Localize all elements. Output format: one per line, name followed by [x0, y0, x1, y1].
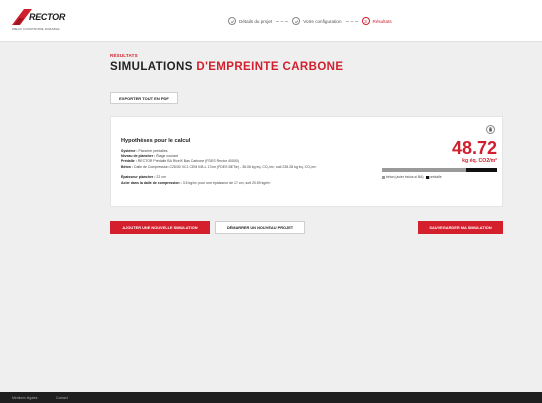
trash-icon [488, 127, 493, 132]
carbon-result-unit: kg éq. CO2/m² [462, 158, 497, 164]
hypothesis-predalle: Prédalle : RECTOR Prédalle BA RicelX Bas… [121, 159, 239, 163]
title-accent: D'EMPREINTE CARBONE [196, 61, 344, 73]
page-title: SIMULATIONS D'EMPREINTE CARBONE [110, 61, 343, 73]
header: RECTOR MIEUX CONSTRUIRE DURABLE Détails … [0, 0, 542, 42]
brand-name: RECTOR [29, 12, 66, 22]
check-icon [292, 17, 301, 25]
delete-simulation-button[interactable] [486, 125, 495, 134]
page-eyebrow: RÉSULTATS [110, 53, 138, 58]
hypothesis-thickness: Épaisseur plancher : 22 cm [121, 175, 166, 179]
save-simulation-button[interactable]: SAUVEGARDER MA SIMULATION [418, 221, 503, 234]
new-project-button[interactable]: DÉMARRER UN NOUVEAU PROJET [215, 221, 305, 234]
step-divider [345, 20, 358, 22]
legend-swatch-predalle [425, 175, 429, 179]
footer-link-legal[interactable]: Mentions légales [12, 396, 37, 400]
footer: Mentions légales Contact [0, 392, 542, 403]
brand-tagline: MIEUX CONSTRUIRE DURABLE [12, 27, 60, 31]
hypothesis-steel: Acier dans la dalle de compression : 3.5… [121, 181, 271, 185]
simulation-card: Hypothèses pour le calcul Système : Plan… [110, 116, 503, 207]
check-icon [228, 17, 236, 25]
step-project-details[interactable]: Détails du projet [228, 17, 272, 25]
hypothesis-beton: Béton : Dalle de Compression C25/30 XC1 … [121, 165, 317, 169]
hypothesis-system: Système : Plancher prédalles [121, 149, 168, 153]
add-simulation-button[interactable]: AJOUTER UNE NOUVELLE SIMULATION [110, 221, 210, 234]
step-results: 3 Résultats [361, 17, 392, 25]
legend-label-predalle: prédalle [429, 175, 442, 179]
step-label: Résultats [372, 18, 392, 24]
breakdown-bar-beton [382, 168, 466, 172]
step-label: Détails du projet [239, 18, 273, 24]
breakdown-legend: béton (acier inclus si BA) prédalle [382, 175, 442, 179]
step-divider [276, 20, 289, 22]
title-main: SIMULATIONS [110, 61, 193, 73]
hypotheses-title: Hypothèses pour le calcul [121, 138, 191, 144]
hypothesis-floor-level: Niveau de plancher : Étage courant [121, 154, 179, 158]
breakdown-bar [382, 168, 497, 172]
progress-steps: Détails du projet Votre configuration 3 … [228, 15, 392, 27]
carbon-result-value: 48.72 [451, 138, 497, 158]
footer-link-contact[interactable]: Contact [56, 396, 68, 400]
export-pdf-button[interactable]: EXPORTER TOUT EN PDF [110, 92, 178, 104]
rector-logo[interactable]: RECTOR MIEUX CONSTRUIRE DURABLE [12, 9, 68, 35]
legend-swatch-beton [382, 175, 385, 179]
step-configuration[interactable]: Votre configuration [292, 17, 342, 25]
step-label: Votre configuration [303, 18, 342, 24]
step-number: 3 [361, 17, 370, 25]
legend-label-beton: béton (acier inclus si BA) [386, 175, 424, 179]
